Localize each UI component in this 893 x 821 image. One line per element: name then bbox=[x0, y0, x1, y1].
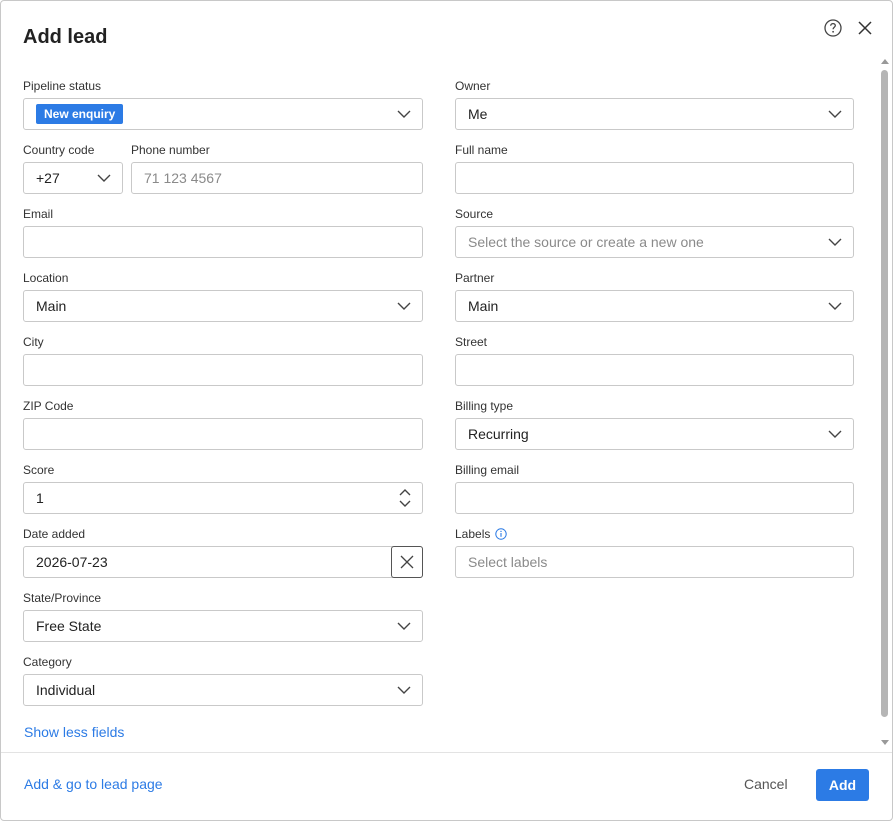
add-button[interactable]: Add bbox=[816, 769, 869, 801]
owner-label: Owner bbox=[455, 79, 491, 93]
chevron-down-icon bbox=[828, 238, 842, 246]
labels-select[interactable]: Select labels bbox=[455, 546, 854, 578]
chevron-down-icon bbox=[397, 302, 411, 310]
billing-type-select[interactable]: Recurring bbox=[455, 418, 854, 450]
owner-value: Me bbox=[468, 106, 488, 122]
scroll-thumb[interactable] bbox=[881, 70, 888, 717]
city-field: City bbox=[23, 335, 423, 386]
score-stepper[interactable]: 1 bbox=[23, 482, 423, 514]
pipeline-status-label: Pipeline status bbox=[23, 79, 102, 93]
location-select[interactable]: Main bbox=[23, 290, 423, 322]
labels-label-text: Labels bbox=[455, 527, 491, 541]
zip-code-label: ZIP Code bbox=[23, 399, 74, 413]
phone-number-label: Phone number bbox=[131, 143, 210, 157]
owner-field: Owner Me bbox=[455, 79, 854, 130]
stepper-arrows-icon[interactable] bbox=[398, 487, 412, 509]
billing-type-field: Billing type Recurring bbox=[455, 399, 854, 450]
state-province-value: Free State bbox=[36, 618, 102, 634]
country-code-value: +27 bbox=[36, 170, 60, 186]
billing-type-label: Billing type bbox=[455, 399, 514, 413]
chevron-down-icon bbox=[397, 622, 411, 630]
zip-code-field: ZIP Code bbox=[23, 399, 423, 450]
labels-field: Labels Select labels bbox=[455, 527, 854, 578]
partner-field: Partner Main bbox=[455, 271, 854, 322]
score-value: 1 bbox=[36, 490, 44, 506]
info-icon[interactable] bbox=[495, 528, 508, 540]
state-province-label: State/Province bbox=[23, 591, 102, 605]
chevron-down-icon bbox=[397, 110, 411, 118]
scroll-down-arrow-icon[interactable] bbox=[881, 740, 889, 745]
street-field: Street bbox=[455, 335, 854, 386]
phone-number-placeholder: 71 123 4567 bbox=[144, 170, 222, 186]
pipeline-status-tag: New enquiry bbox=[36, 104, 124, 125]
question-circle-icon[interactable] bbox=[823, 18, 843, 38]
scroll-up-arrow-icon[interactable] bbox=[881, 59, 889, 64]
location-value: Main bbox=[36, 298, 67, 314]
add-and-go-to-lead-page-link[interactable]: Add & go to lead page bbox=[24, 776, 163, 792]
full-name-label: Full name bbox=[455, 143, 508, 157]
date-added-value: 2026-07-23 bbox=[36, 554, 108, 570]
close-icon bbox=[400, 555, 414, 569]
category-label: Category bbox=[23, 655, 72, 669]
add-lead-dialog: Add lead Pipeline status New enquiry Own… bbox=[0, 0, 893, 821]
dialog-title: Add lead bbox=[23, 26, 108, 48]
category-value: Individual bbox=[36, 682, 96, 698]
chevron-down-icon bbox=[97, 174, 111, 182]
chevron-down-icon bbox=[828, 430, 842, 438]
location-label: Location bbox=[23, 271, 69, 285]
zip-code-input[interactable] bbox=[23, 418, 423, 450]
city-input[interactable] bbox=[23, 354, 423, 386]
full-name-input[interactable] bbox=[455, 162, 854, 194]
date-added-label: Date added bbox=[23, 527, 86, 541]
category-select[interactable]: Individual bbox=[23, 674, 423, 706]
partner-select[interactable]: Main bbox=[455, 290, 854, 322]
billing-type-value: Recurring bbox=[468, 426, 529, 442]
country-code-label: Country code bbox=[23, 143, 95, 157]
state-province-field: State/Province Free State bbox=[23, 591, 423, 642]
cancel-button[interactable]: Cancel bbox=[744, 776, 788, 792]
source-field: Source Select the source or create a new… bbox=[455, 207, 854, 258]
score-label: Score bbox=[23, 463, 55, 477]
date-added-input[interactable]: 2026-07-23 bbox=[23, 546, 423, 578]
chevron-down-icon bbox=[828, 110, 842, 118]
country-code-field: Country code +27 bbox=[23, 143, 123, 194]
city-label: City bbox=[23, 335, 44, 349]
partner-value: Main bbox=[468, 298, 499, 314]
street-input[interactable] bbox=[455, 354, 854, 386]
scrollbar[interactable] bbox=[878, 57, 892, 750]
phone-number-field: Phone number 71 123 4567 bbox=[131, 143, 423, 194]
pipeline-status-select[interactable]: New enquiry bbox=[23, 98, 423, 130]
close-icon[interactable] bbox=[855, 18, 875, 38]
source-label: Source bbox=[455, 207, 494, 221]
partner-label: Partner bbox=[455, 271, 495, 285]
owner-select[interactable]: Me bbox=[455, 98, 854, 130]
clear-date-button[interactable] bbox=[391, 546, 423, 578]
labels-placeholder: Select labels bbox=[468, 554, 548, 570]
state-province-select[interactable]: Free State bbox=[23, 610, 423, 642]
billing-email-input[interactable] bbox=[455, 482, 854, 514]
email-input[interactable] bbox=[23, 226, 423, 258]
chevron-down-icon bbox=[397, 686, 411, 694]
country-code-select[interactable]: +27 bbox=[23, 162, 123, 194]
show-less-fields-link[interactable]: Show less fields bbox=[24, 724, 124, 740]
email-label: Email bbox=[23, 207, 54, 221]
pipeline-status-field: Pipeline status New enquiry bbox=[23, 79, 423, 130]
score-field: Score 1 bbox=[23, 463, 423, 514]
phone-number-input[interactable]: 71 123 4567 bbox=[131, 162, 423, 194]
full-name-field: Full name bbox=[455, 143, 854, 194]
email-field: Email bbox=[23, 207, 423, 258]
source-select[interactable]: Select the source or create a new one bbox=[455, 226, 854, 258]
billing-email-field: Billing email bbox=[455, 463, 854, 514]
date-added-field: Date added 2026-07-23 bbox=[23, 527, 423, 578]
chevron-down-icon bbox=[828, 302, 842, 310]
category-field: Category Individual bbox=[23, 655, 423, 706]
footer-divider bbox=[1, 752, 892, 753]
source-placeholder: Select the source or create a new one bbox=[468, 234, 704, 250]
location-field: Location Main bbox=[23, 271, 423, 322]
billing-email-label: Billing email bbox=[455, 463, 520, 477]
street-label: Street bbox=[455, 335, 488, 349]
labels-label: Labels bbox=[455, 527, 854, 543]
